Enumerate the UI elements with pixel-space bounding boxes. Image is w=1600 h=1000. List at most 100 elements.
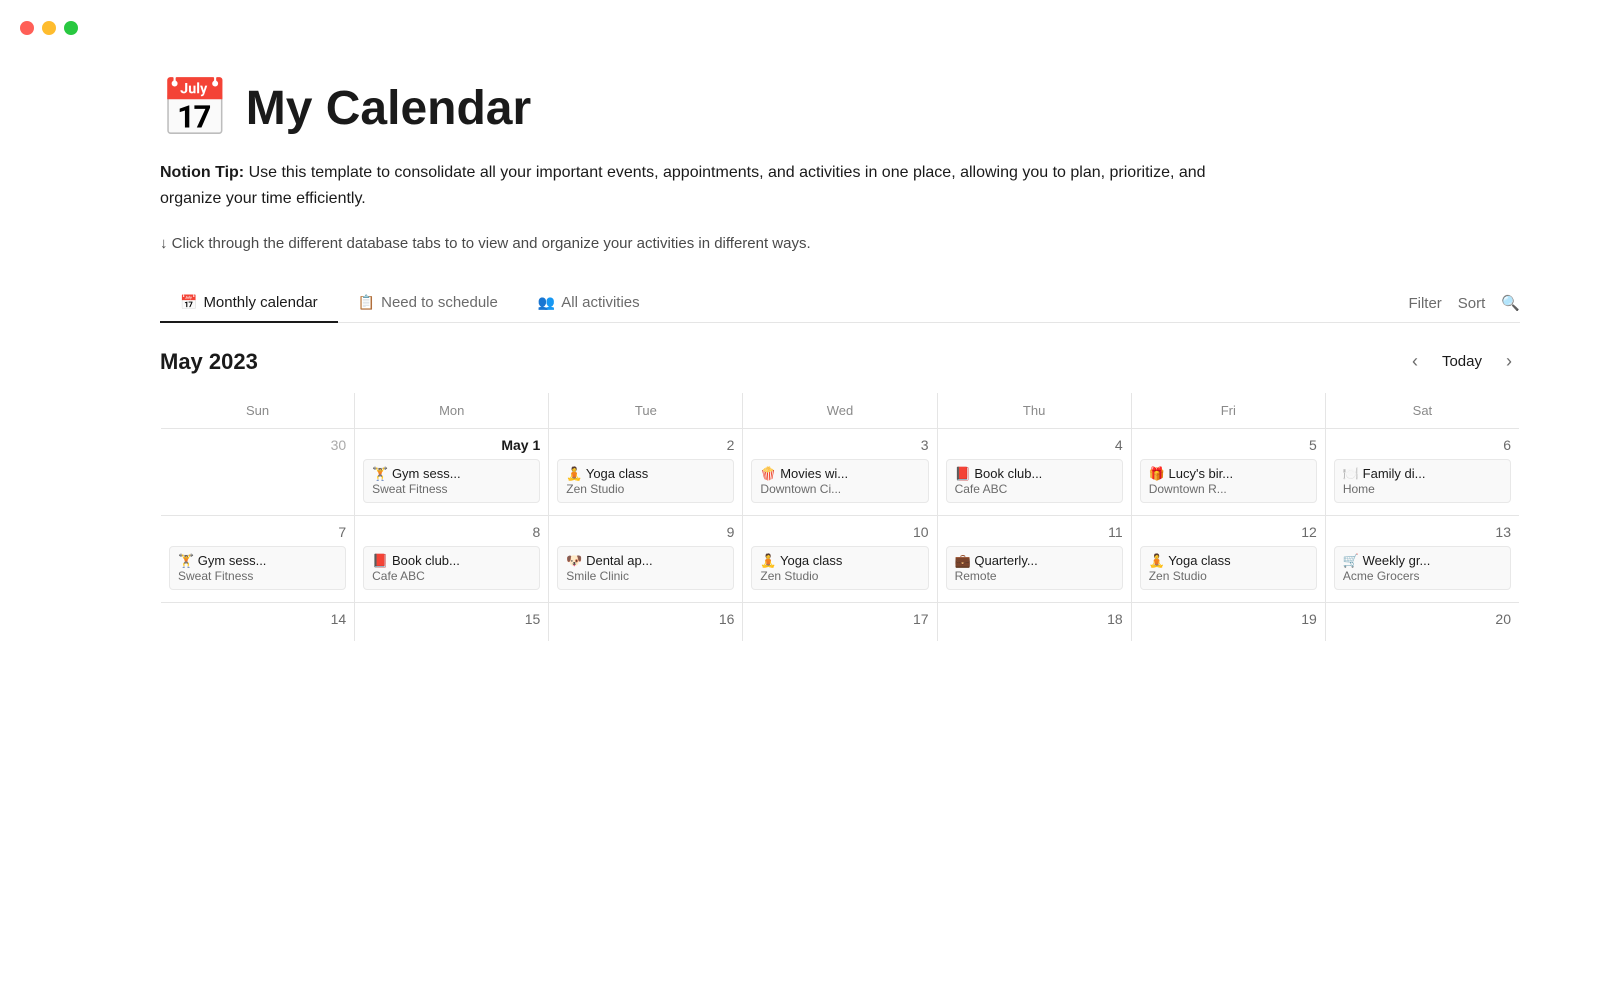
day-number-1-0: 7 — [169, 524, 346, 540]
schedule-tab-label: Need to schedule — [381, 294, 498, 311]
event-card-0-4-0[interactable]: 📕 Book club...Cafe ABC — [946, 459, 1123, 503]
event-subtitle-0-4-0: Cafe ABC — [955, 482, 1114, 496]
event-card-0-2-0[interactable]: 🧘 Yoga classZen Studio — [557, 459, 734, 503]
event-title-1-1-0: 📕 Book club... — [372, 553, 531, 569]
calendar-cell-0-1[interactable]: May 1🏋️ Gym sess...Sweat Fitness — [355, 429, 549, 516]
event-card-0-5-0[interactable]: 🎁 Lucy's bir...Downtown R... — [1140, 459, 1317, 503]
calendar-cell-2-6[interactable]: 20 — [1325, 603, 1519, 642]
calendar-cell-1-3[interactable]: 10🧘 Yoga classZen Studio — [743, 516, 937, 603]
event-subtitle-0-1-0: Sweat Fitness — [372, 482, 531, 496]
calendar-cell-2-4[interactable]: 18 — [937, 603, 1131, 642]
day-number-1-4: 11 — [946, 524, 1123, 540]
calendar-header: May 2023 ‹ Today › — [160, 347, 1520, 376]
event-subtitle-1-4-0: Remote — [955, 569, 1114, 583]
event-card-1-1-0[interactable]: 📕 Book club...Cafe ABC — [363, 546, 540, 590]
event-title-0-1-0: 🏋️ Gym sess... — [372, 466, 531, 482]
calendar-month-title: May 2023 — [160, 349, 258, 375]
prev-month-button[interactable]: ‹ — [1404, 347, 1426, 376]
close-button[interactable] — [20, 21, 34, 35]
search-icon[interactable]: 🔍 — [1501, 294, 1520, 312]
event-title-1-6-0: 🛒 Weekly gr... — [1343, 553, 1502, 569]
event-card-1-3-0[interactable]: 🧘 Yoga classZen Studio — [751, 546, 928, 590]
all-tab-icon: 👥 — [538, 294, 555, 311]
calendar-cell-1-6[interactable]: 13🛒 Weekly gr...Acme Grocers — [1325, 516, 1519, 603]
event-title-1-5-0: 🧘 Yoga class — [1149, 553, 1308, 569]
sort-button[interactable]: Sort — [1458, 295, 1486, 312]
calendar-cell-2-1[interactable]: 15 — [355, 603, 549, 642]
calendar-cell-0-6[interactable]: 6 🍽️ Family di...Home — [1325, 429, 1519, 516]
title-bar — [0, 0, 1600, 40]
tab-schedule[interactable]: 📋 Need to schedule — [338, 284, 518, 323]
calendar-cell-2-0[interactable]: 14 — [161, 603, 355, 642]
event-card-1-2-0[interactable]: 🐶 Dental ap...Smile Clinic — [557, 546, 734, 590]
calendar-cell-2-5[interactable]: 19 — [1131, 603, 1325, 642]
calendar-cell-2-3[interactable]: 17 — [743, 603, 937, 642]
day-number-1-1: 8 — [363, 524, 540, 540]
day-number-0-3: 3 — [751, 437, 928, 453]
event-card-1-6-0[interactable]: 🛒 Weekly gr...Acme Grocers — [1334, 546, 1511, 590]
event-card-1-0-0[interactable]: 🏋️ Gym sess...Sweat Fitness — [169, 546, 346, 590]
event-subtitle-1-6-0: Acme Grocers — [1343, 569, 1502, 583]
day-number-0-2: 2 — [557, 437, 734, 453]
event-card-1-4-0[interactable]: 💼 Quarterly...Remote — [946, 546, 1123, 590]
calendar-cell-2-2[interactable]: 16 — [549, 603, 743, 642]
calendar-cell-0-0[interactable]: 30 — [161, 429, 355, 516]
day-number-0-5: 5 — [1140, 437, 1317, 453]
calendar-cell-1-4[interactable]: 11 💼 Quarterly...Remote — [937, 516, 1131, 603]
calendar-cell-0-5[interactable]: 5 🎁 Lucy's bir...Downtown R... — [1131, 429, 1325, 516]
calendar-grid: Sun Mon Tue Wed Thu Fri Sat 30May 1🏋️ Gy… — [160, 392, 1520, 642]
calendar-cell-0-2[interactable]: 2 🧘 Yoga classZen Studio — [549, 429, 743, 516]
event-title-1-4-0: 💼 Quarterly... — [955, 553, 1114, 569]
day-number-2-0: 14 — [169, 611, 346, 627]
day-number-2-6: 20 — [1334, 611, 1511, 627]
monthly-tab-label: Monthly calendar — [203, 294, 317, 311]
calendar-cell-1-5[interactable]: 12🧘 Yoga classZen Studio — [1131, 516, 1325, 603]
tabs-left: 📅 Monthly calendar 📋 Need to schedule 👥 … — [160, 284, 1408, 322]
event-title-0-5-0: 🎁 Lucy's bir... — [1149, 466, 1308, 482]
event-title-1-3-0: 🧘 Yoga class — [760, 553, 919, 569]
tab-monthly[interactable]: 📅 Monthly calendar — [160, 284, 338, 323]
event-card-0-3-0[interactable]: 🍿 Movies wi...Downtown Ci... — [751, 459, 928, 503]
day-header-sun: Sun — [161, 393, 355, 429]
day-number-1-2: 9 — [557, 524, 734, 540]
event-subtitle-1-5-0: Zen Studio — [1149, 569, 1308, 583]
event-card-1-5-0[interactable]: 🧘 Yoga classZen Studio — [1140, 546, 1317, 590]
calendar-cell-1-1[interactable]: 8 📕 Book club...Cafe ABC — [355, 516, 549, 603]
minimize-button[interactable] — [42, 21, 56, 35]
next-month-button[interactable]: › — [1498, 347, 1520, 376]
day-header-thu: Thu — [937, 393, 1131, 429]
page-header: 📅 My Calendar — [160, 80, 1520, 136]
calendar-cell-1-2[interactable]: 9 🐶 Dental ap...Smile Clinic — [549, 516, 743, 603]
tip-label: Notion Tip: — [160, 164, 244, 181]
filter-button[interactable]: Filter — [1408, 295, 1441, 312]
event-subtitle-1-0-0: Sweat Fitness — [178, 569, 337, 583]
calendar-cell-0-3[interactable]: 3 🍿 Movies wi...Downtown Ci... — [743, 429, 937, 516]
event-title-0-2-0: 🧘 Yoga class — [566, 466, 725, 482]
event-subtitle-0-5-0: Downtown R... — [1149, 482, 1308, 496]
event-title-0-4-0: 📕 Book club... — [955, 466, 1114, 482]
day-headers-row: Sun Mon Tue Wed Thu Fri Sat — [161, 393, 1520, 429]
today-button[interactable]: Today — [1442, 353, 1482, 370]
event-title-1-2-0: 🐶 Dental ap... — [566, 553, 725, 569]
calendar-cell-1-0[interactable]: 7 🏋️ Gym sess...Sweat Fitness — [161, 516, 355, 603]
day-number-2-5: 19 — [1140, 611, 1317, 627]
calendar-row-1: 7 🏋️ Gym sess...Sweat Fitness 8 📕 Book club… — [161, 516, 1520, 603]
schedule-tab-icon: 📋 — [358, 294, 375, 311]
event-title-0-6-0: 🍽️ Family di... — [1343, 466, 1502, 482]
tab-all[interactable]: 👥 All activities — [518, 284, 660, 323]
event-card-0-6-0[interactable]: 🍽️ Family di...Home — [1334, 459, 1511, 503]
maximize-button[interactable] — [64, 21, 78, 35]
event-title-0-3-0: 🍿 Movies wi... — [760, 466, 919, 482]
day-number-2-4: 18 — [946, 611, 1123, 627]
notion-tip: Notion Tip: Use this template to consoli… — [160, 160, 1210, 211]
event-subtitle-1-2-0: Smile Clinic — [566, 569, 725, 583]
day-number-0-6: 6 — [1334, 437, 1511, 453]
tabs-container: 📅 Monthly calendar 📋 Need to schedule 👥 … — [160, 284, 1520, 323]
day-header-tue: Tue — [549, 393, 743, 429]
day-header-sat: Sat — [1325, 393, 1519, 429]
event-card-0-1-0[interactable]: 🏋️ Gym sess...Sweat Fitness — [363, 459, 540, 503]
event-subtitle-0-6-0: Home — [1343, 482, 1502, 496]
calendar-cell-0-4[interactable]: 4📕 Book club...Cafe ABC — [937, 429, 1131, 516]
day-header-mon: Mon — [355, 393, 549, 429]
all-tab-label: All activities — [561, 294, 639, 311]
